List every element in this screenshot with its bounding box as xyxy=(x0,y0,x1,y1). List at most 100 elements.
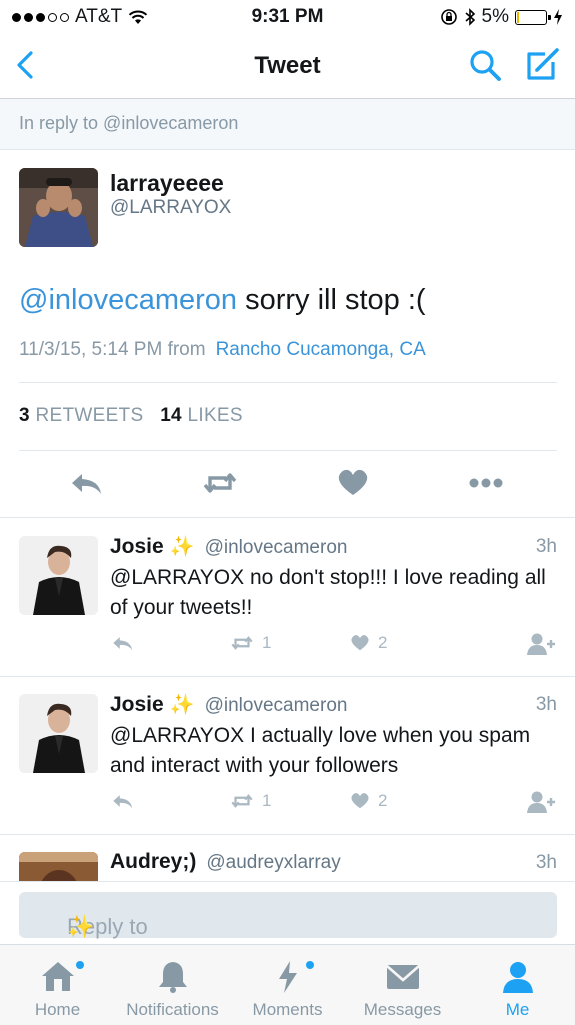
reply-context-banner[interactable]: In reply to @inlovecameron xyxy=(0,99,575,150)
tweet-body: sorry ill stop :( xyxy=(237,284,426,316)
mention-link[interactable]: @inlovecameron xyxy=(19,284,237,316)
avatar[interactable] xyxy=(19,168,98,247)
reply-time: 3h xyxy=(535,536,557,557)
reply-icon xyxy=(113,795,133,809)
reply-time: 3h xyxy=(535,694,557,715)
lightning-icon xyxy=(278,961,297,993)
retweets-label: RETWEETS xyxy=(35,405,144,426)
search-icon[interactable] xyxy=(468,48,502,82)
new-activity-dot xyxy=(306,961,314,969)
status-right: 5% xyxy=(440,6,563,28)
reply-author[interactable]: Audrey;) @audreyxlarray xyxy=(110,850,341,874)
sparkles-emoji: ✨ xyxy=(169,694,195,716)
sparkles-emoji: ✨ xyxy=(67,914,95,939)
like-heart-icon[interactable] xyxy=(333,466,373,500)
reply-time: 3h xyxy=(535,852,557,873)
avatar-photo xyxy=(19,536,98,615)
avatar[interactable] xyxy=(19,852,98,881)
author-handle[interactable]: @LARRAYOX xyxy=(110,197,231,219)
retweet-count: 1 xyxy=(262,633,272,652)
bluetooth-icon xyxy=(465,8,475,26)
retweet-icon[interactable] xyxy=(200,466,240,500)
avatar-photo xyxy=(19,168,98,247)
home-icon xyxy=(41,962,74,991)
tab-label: Notifications xyxy=(126,1000,219,1019)
like-heart-icon xyxy=(351,635,369,651)
reply-button[interactable] xyxy=(110,790,136,812)
author-name[interactable]: larrayeeee xyxy=(110,170,224,197)
envelope-icon xyxy=(385,965,420,989)
follow-button[interactable] xyxy=(526,632,556,656)
status-bar: AT&T 9:31 PM 5% xyxy=(0,0,575,34)
charging-icon xyxy=(554,9,562,25)
reply-author-name: Audrey;) xyxy=(110,850,197,873)
like-count: 2 xyxy=(378,791,388,810)
tab-label: Me xyxy=(505,1000,530,1019)
reply-tweet[interactable]: Josie ✨ @inlovecameron 3h @LARRAYOX no don… xyxy=(0,518,575,677)
avatar-photo xyxy=(19,852,98,881)
likes-count: 14 xyxy=(160,405,182,426)
reply-author[interactable]: Josie ✨ @inlovecameron xyxy=(110,534,347,559)
nav-bar: Tweet xyxy=(0,34,575,99)
retweet-count: 1 xyxy=(262,791,272,810)
tab-me[interactable]: Me xyxy=(460,945,575,1025)
retweets-count: 3 xyxy=(19,405,30,426)
follow-user-icon xyxy=(527,791,555,813)
tab-home[interactable]: Home xyxy=(0,945,115,1025)
reply-text: @LARRAYOX no don't stop!!! I love readin… xyxy=(110,566,546,619)
reply-author-name: Josie xyxy=(110,535,164,558)
tab-messages[interactable]: Messages xyxy=(345,945,460,1025)
tweet-meta: 11/3/15, 5:14 PM from Rancho Cucamonga, C… xyxy=(19,339,426,361)
tab-label: Moments xyxy=(252,1000,323,1019)
battery-percent: 5% xyxy=(481,6,509,27)
compose-tweet-icon[interactable] xyxy=(523,46,561,84)
location-link[interactable]: Rancho Cucamonga, CA xyxy=(216,339,426,360)
reply-author-name: Josie xyxy=(110,693,164,716)
reply-actions: 1 2 xyxy=(110,632,560,662)
retweet-button[interactable]: 1 xyxy=(228,632,271,654)
like-count: 2 xyxy=(378,633,388,652)
sparkles-emoji: ✨ xyxy=(169,536,195,558)
retweet-icon xyxy=(231,794,253,808)
avatar-photo xyxy=(19,694,98,773)
more-options-icon[interactable] xyxy=(466,466,506,500)
reply-input[interactable]: Reply to larrayeeee, Josie ✨ xyxy=(19,892,557,991)
reply-icon[interactable] xyxy=(67,466,107,500)
follow-user-icon xyxy=(527,633,555,655)
likes-label: LIKES xyxy=(187,405,243,426)
follow-button[interactable] xyxy=(526,790,556,814)
retweet-icon xyxy=(231,636,253,650)
reply-handle: @inlovecameron xyxy=(204,537,348,558)
divider xyxy=(19,450,557,451)
tab-moments[interactable]: Moments xyxy=(230,945,345,1025)
battery-icon xyxy=(515,9,551,25)
tab-notifications[interactable]: Notifications xyxy=(115,945,230,1025)
new-activity-dot xyxy=(76,961,84,969)
like-button[interactable]: 2 xyxy=(348,632,387,654)
reply-icon xyxy=(113,637,133,651)
reply-tweet[interactable]: Audrey;) @audreyxlarray 3h xyxy=(0,834,575,881)
orientation-lock-icon xyxy=(440,9,457,25)
like-button[interactable]: 2 xyxy=(348,790,387,812)
retweet-button[interactable]: 1 xyxy=(228,790,271,812)
bell-icon xyxy=(158,962,187,993)
tab-label: Messages xyxy=(363,1000,442,1019)
profile-icon xyxy=(502,962,533,993)
reply-text: @LARRAYOX I actually love when you spam … xyxy=(110,724,531,777)
tab-bar: Home Notifications Moments Messages Me xyxy=(0,944,575,1025)
like-heart-icon xyxy=(351,793,369,809)
reply-context-text: In reply to @inlovecameron xyxy=(19,113,239,133)
engagement-counts[interactable]: 3 RETWEETS 14 LIKES xyxy=(19,405,243,427)
reply-actions: 1 2 xyxy=(110,790,560,820)
reply-author[interactable]: Josie ✨ @inlovecameron xyxy=(110,692,347,717)
tab-label: Home xyxy=(34,1000,81,1019)
avatar[interactable] xyxy=(19,694,98,773)
reply-button[interactable] xyxy=(110,632,136,654)
reply-handle: @audreyxlarray xyxy=(206,852,341,873)
reply-tweet[interactable]: Josie ✨ @inlovecameron 3h @LARRAYOX I actu… xyxy=(0,676,575,835)
reply-handle: @inlovecameron xyxy=(204,695,348,716)
timestamp: 11/3/15, 5:14 PM from xyxy=(19,339,206,360)
divider xyxy=(19,382,557,383)
avatar[interactable] xyxy=(19,536,98,615)
tweet-text: @inlovecameron sorry ill stop :( xyxy=(19,284,426,317)
